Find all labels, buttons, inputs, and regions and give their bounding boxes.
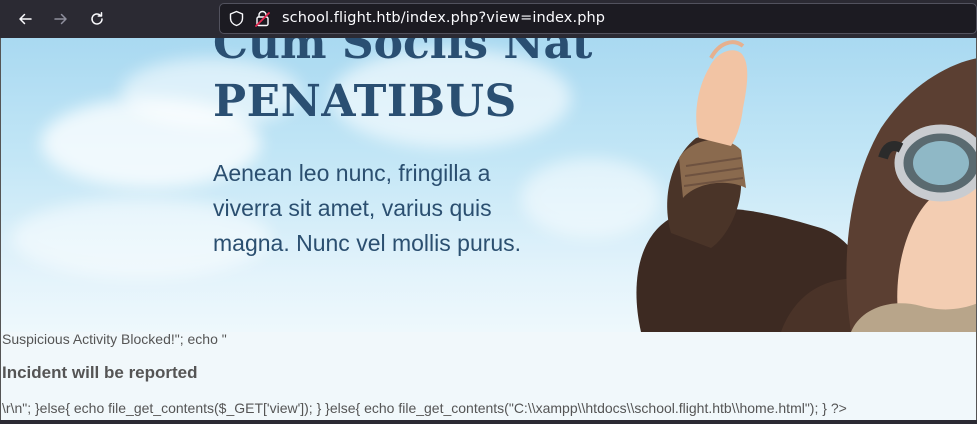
url-text[interactable]: school.flight.htb/index.php?view=index.p… [282,10,605,26]
raw-php-output-line: Suspicious Activity Blocked!"; echo " [2,331,227,347]
hero-banner: Cum Sociis Nat PENATIBUS Aenean leo nunc… [1,38,976,332]
web-page: Cum Sociis Nat PENATIBUS Aenean leo nunc… [0,38,977,424]
browser-toolbar: school.flight.htb/index.php?view=index.p… [0,0,977,38]
raw-php-source-line: \r\n"; }else{ echo file_get_contents($_G… [2,400,847,416]
shield-icon[interactable] [228,10,245,27]
lock-warning-icon[interactable] [255,10,270,27]
hero-heading-top: Cum Sociis Nat [213,38,593,69]
arrow-left-icon [19,13,32,25]
window-bottom-edge [0,420,977,424]
arrow-right-icon [54,13,67,25]
aviator-child-photo [636,40,976,332]
address-bar[interactable]: school.flight.htb/index.php?view=index.p… [219,3,977,34]
incident-heading: Incident will be reported [2,363,198,382]
back-button[interactable] [12,6,38,32]
hero-lead-text: Aenean leo nunc, fringilla a viverra sit… [213,160,522,256]
reload-icon [91,12,103,25]
reload-button[interactable] [84,6,110,32]
hero-heading: PENATIBUS [213,76,517,127]
forward-button[interactable] [48,6,74,32]
